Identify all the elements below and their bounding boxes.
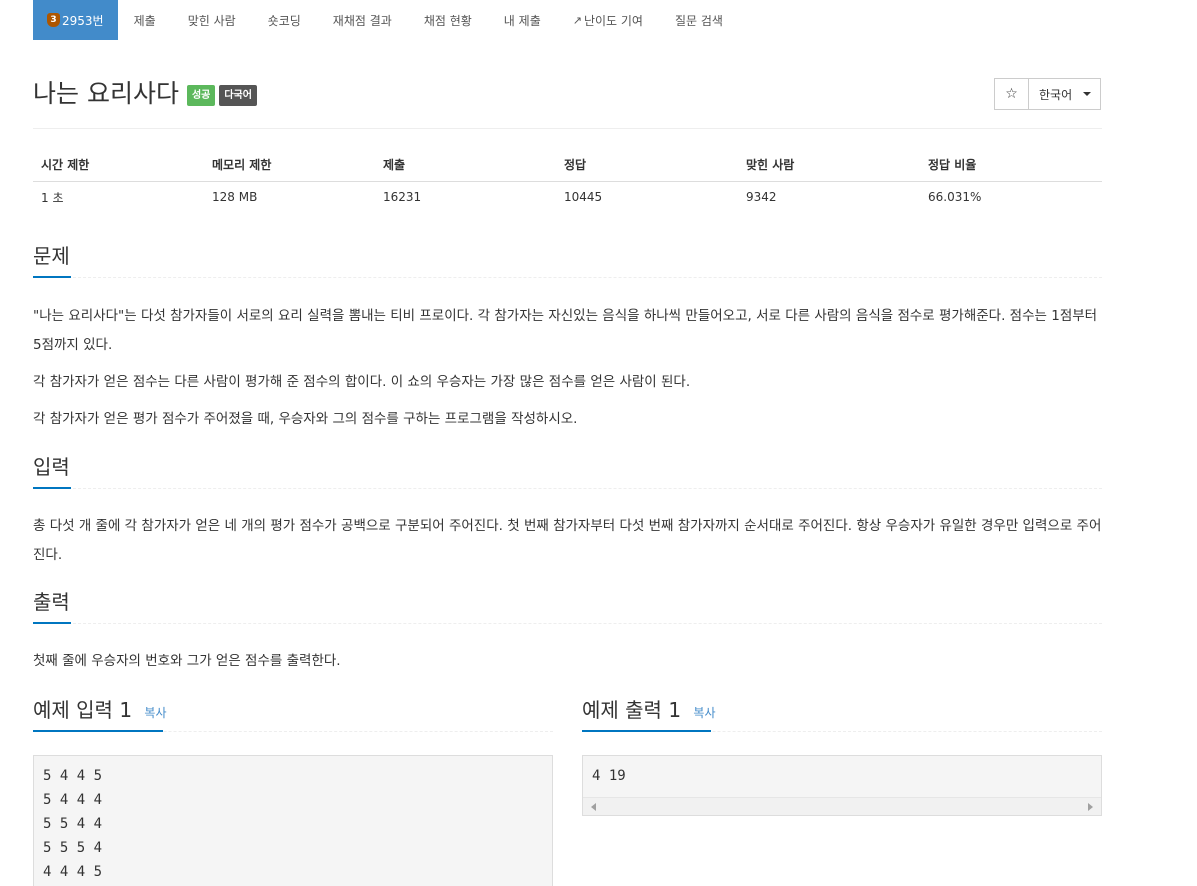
sample-output-title: 예제 출력 1	[582, 698, 682, 722]
nav-short-coding[interactable]: 숏코딩	[252, 0, 317, 40]
sample-input-box[interactable]: 5 4 4 5 5 4 4 4 5 5 4 4 5 5 5 4 4 4 4 5	[33, 755, 553, 886]
copy-output-button[interactable]: 복사	[693, 706, 715, 720]
problem-info-table: 시간 제한 메모리 제한 제출 정답 맞힌 사람 정답 비율 1 초 128 M…	[33, 148, 1102, 213]
nav-problem-tab[interactable]: 3 2953번	[33, 0, 118, 40]
language-label: 한국어	[1039, 87, 1073, 102]
accepted-value: 10445	[564, 190, 603, 205]
star-icon[interactable]: ☆	[994, 78, 1029, 110]
header-controls: ☆ 한국어	[994, 78, 1101, 110]
col-accept-ratio: 정답 비율	[920, 148, 1102, 182]
scroll-left-icon[interactable]	[591, 803, 596, 811]
description-title: 문제	[33, 244, 70, 268]
sample-input-line: 4 4 4 5	[43, 864, 103, 880]
table-row: 1 초 128 MB 16231 10445 9342 66.031%	[33, 181, 1102, 213]
sample-output-headline: 예제 출력 1 복사	[582, 692, 1102, 732]
tier-badge-icon: 3	[47, 13, 60, 27]
sample-input-line: 5 5 5 4	[43, 840, 103, 856]
output-underline	[33, 622, 71, 624]
nav-my-submissions[interactable]: 내 제출	[488, 0, 557, 40]
description-paragraph-3: 각 참가자가 얻은 평가 점수가 주어졌을 때, 우승자와 그의 점수를 구하는…	[33, 411, 578, 427]
sample-output-line: 4 19	[592, 768, 626, 784]
language-dropdown[interactable]: 한국어	[1028, 78, 1101, 110]
header-divider	[33, 128, 1102, 129]
input-paragraph: 총 다섯 개 줄에 각 참가자가 얻은 네 개의 평가 점수가 공백으로 구분되…	[33, 518, 1102, 563]
sample-input-headline: 예제 입력 1 복사	[33, 692, 553, 732]
input-underline	[33, 487, 71, 489]
nav-status[interactable]: 채점 현황	[408, 0, 488, 40]
output-paragraph: 첫째 줄에 우승자의 번호와 그가 얻은 점수를 출력한다.	[33, 653, 341, 669]
input-headline: 입력	[33, 449, 1102, 489]
col-solved-users: 맞힌 사람	[738, 148, 920, 182]
submissions-value: 16231	[383, 190, 422, 205]
description-paragraph-2: 각 참가자가 얻은 점수는 다른 사람이 평가해 준 점수의 합이다. 이 쇼의…	[33, 374, 691, 390]
sample-output-heading: 예제 출력 1 복사	[582, 694, 716, 723]
nav-submit[interactable]: 제출	[118, 0, 172, 40]
nav-solved-users[interactable]: 맞힌 사람	[172, 0, 252, 40]
accept-ratio-value: 66.031%	[928, 190, 982, 205]
table-header-row: 시간 제한 메모리 제한 제출 정답 맞힌 사람 정답 비율	[33, 148, 1102, 182]
multilingual-badge: 다국어	[219, 85, 257, 106]
scroll-right-icon[interactable]	[1088, 803, 1093, 811]
caret-down-icon	[1083, 92, 1092, 96]
sample-output-box[interactable]: 4 19	[582, 755, 1102, 816]
sample-input-heading: 예제 입력 1 복사	[33, 694, 167, 723]
col-accepted: 정답	[556, 148, 738, 182]
output-headline: 출력	[33, 584, 1102, 624]
solved-users-value: 9342	[746, 190, 777, 205]
nav-rejudge-results[interactable]: 재채점 결과	[317, 0, 408, 40]
output-title: 출력	[33, 590, 70, 614]
col-submissions: 제출	[375, 148, 556, 182]
horizontal-scrollbar[interactable]	[583, 797, 1101, 815]
problem-header: 나는 요리사다 성공 다국어	[33, 79, 257, 109]
nav-problem-id: 2953번	[62, 13, 104, 28]
sample-output-underline	[582, 730, 711, 732]
description-underline	[33, 276, 71, 278]
description-headline: 문제	[33, 238, 1102, 278]
sample-input-title: 예제 입력 1	[33, 698, 133, 722]
description-paragraph-1: "나는 요리사다"는 다섯 참가자들이 서로의 요리 실력을 뽐내는 티비 프로…	[33, 308, 1098, 353]
nav-difficulty-contribution[interactable]: ↗ 난이도 기여	[557, 0, 659, 40]
col-memory-limit: 메모리 제한	[204, 148, 375, 182]
sample-input-line: 5 4 4 4	[43, 792, 103, 808]
copy-input-button[interactable]: 복사	[144, 706, 166, 720]
time-limit-value: 1 초	[41, 190, 64, 205]
problem-title: 나는 요리사다	[33, 79, 179, 108]
external-link-icon: ↗	[572, 13, 582, 27]
nav-question-search[interactable]: 질문 검색	[659, 0, 739, 40]
nav-difficulty-label: 난이도 기여	[583, 13, 643, 28]
sample-input-line: 5 5 4 4	[43, 816, 103, 832]
sample-input-line: 5 4 4 5	[43, 768, 103, 784]
col-time-limit: 시간 제한	[33, 148, 204, 182]
input-title: 입력	[33, 455, 70, 479]
problem-nav: 3 2953번 제출 맞힌 사람 숏코딩 재채점 결과 채점 현황 내 제출 ↗…	[33, 0, 739, 40]
success-badge: 성공	[186, 85, 216, 106]
sample-input-underline	[33, 730, 163, 732]
memory-limit-value: 128 MB	[212, 190, 258, 205]
